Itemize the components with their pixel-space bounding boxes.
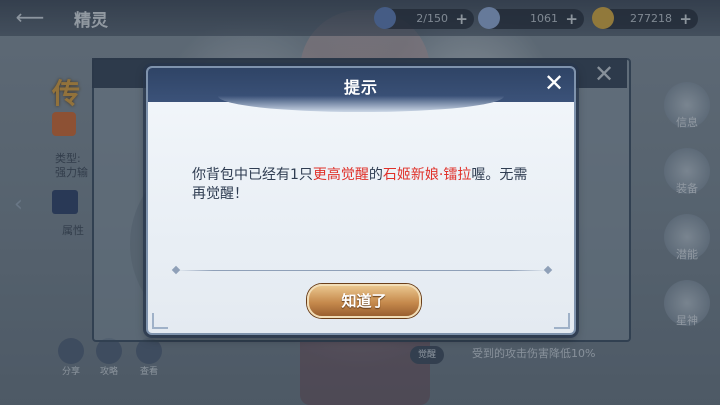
dialog-divider — [176, 270, 548, 271]
notice-dialog: 提示 ✕ 你背包中已经有1只更高觉醒的石姬新娘·镭拉喔。无需再觉醒！ 知道了 — [146, 66, 576, 335]
confirm-button[interactable]: 知道了 — [307, 284, 421, 318]
close-icon[interactable]: ✕ — [541, 70, 567, 96]
message-text: 的 — [368, 167, 383, 183]
dialog-message: 你背包中已经有1只更高觉醒的石姬新娘·镭拉喔。无需再觉醒！ — [192, 166, 532, 204]
divider-ornament — [171, 265, 181, 275]
dialog-title: 提示 — [343, 78, 378, 97]
corner-ornament — [152, 313, 168, 329]
corner-ornament — [554, 313, 570, 329]
message-highlight-awaken: 更高觉醒 — [312, 167, 369, 183]
message-text: 你背包中已经有1只 — [192, 167, 313, 183]
divider-ornament — [543, 265, 553, 275]
message-highlight-spirit-name: 石姬新娘·镭拉 — [382, 167, 472, 183]
